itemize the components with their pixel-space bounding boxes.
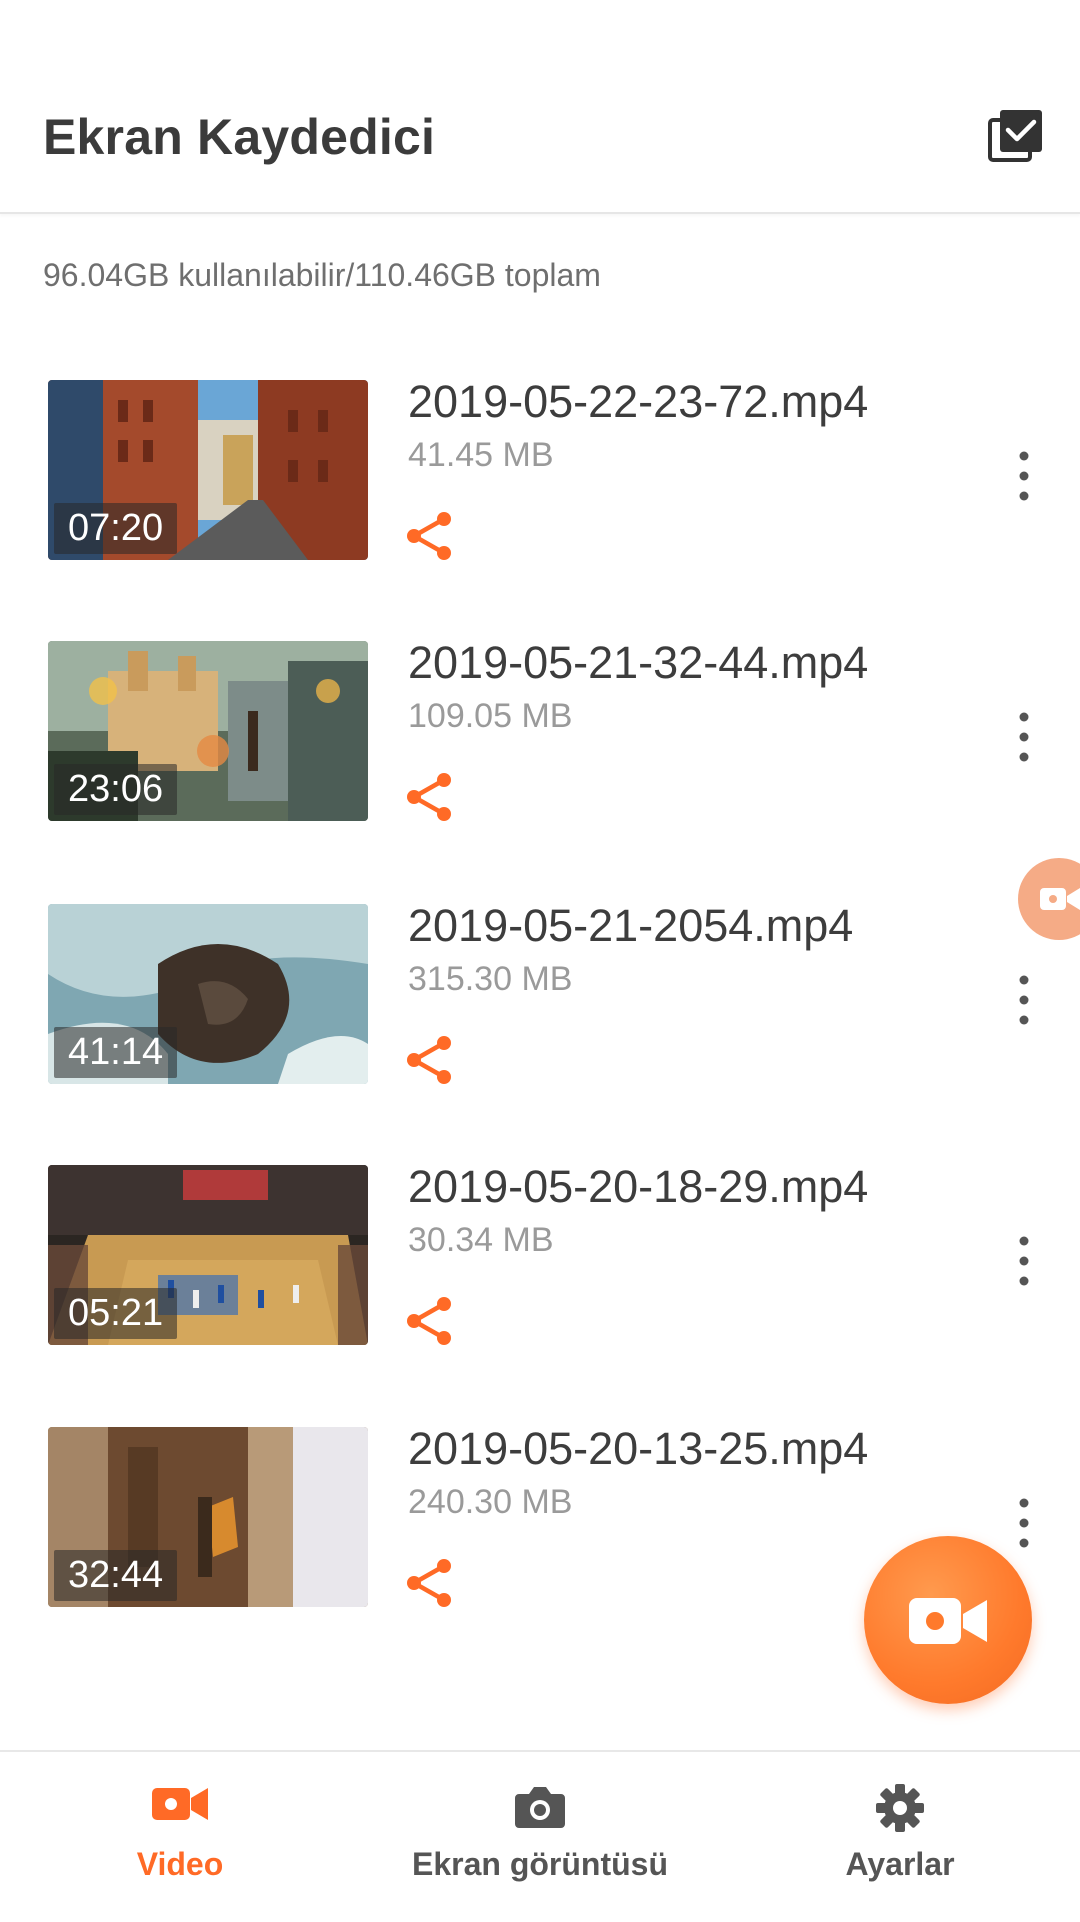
- video-duration: 07:20: [54, 503, 178, 554]
- share-icon[interactable]: [404, 1034, 456, 1086]
- share-icon[interactable]: [404, 1295, 456, 1347]
- video-row[interactable]: 41:14 2019-05-21-2054.mp4 315.30 MB: [0, 900, 1080, 1094]
- video-thumbnail[interactable]: 23:06: [48, 641, 368, 821]
- nav-label: Video: [136, 1846, 224, 1882]
- video-duration: 05:21: [54, 1288, 178, 1339]
- video-row[interactable]: 07:20 2019-05-22-23-72.mp4 41.45 MB: [0, 376, 1080, 570]
- more-options-icon[interactable]: [1000, 972, 1048, 1028]
- more-options-icon[interactable]: [1000, 1495, 1048, 1551]
- camera-icon: [515, 1787, 565, 1828]
- video-camera-icon: [1040, 888, 1080, 910]
- video-filename[interactable]: 2019-05-21-2054.mp4: [408, 900, 853, 952]
- video-duration: 32:44: [54, 1550, 178, 1601]
- nav-label: Ekran görüntüsü: [411, 1846, 668, 1882]
- video-filename[interactable]: 2019-05-20-13-25.mp4: [408, 1423, 868, 1475]
- record-button[interactable]: [864, 1536, 1032, 1704]
- nav-label: Ayarlar: [845, 1846, 955, 1882]
- video-thumbnail[interactable]: 32:44: [48, 1427, 368, 1607]
- video-thumbnail[interactable]: 41:14: [48, 904, 368, 1084]
- nav-tab-screenshot[interactable]: Ekran görüntüsü: [360, 1752, 720, 1922]
- video-filename[interactable]: 2019-05-21-32-44.mp4: [408, 637, 868, 689]
- more-options-icon[interactable]: [1000, 1233, 1048, 1289]
- app-title: Ekran Kaydedici: [43, 109, 436, 165]
- app-bar: Ekran Kaydedici: [0, 0, 1080, 214]
- video-filesize: 240.30 MB: [408, 1483, 573, 1521]
- nav-tab-video[interactable]: Video: [0, 1752, 360, 1922]
- share-icon[interactable]: [404, 771, 456, 823]
- gear-icon: [876, 1784, 924, 1832]
- more-options-icon[interactable]: [1000, 448, 1048, 504]
- video-filename[interactable]: 2019-05-20-18-29.mp4: [408, 1161, 868, 1213]
- bottom-navigation: Video Ekran görüntüsü Ayarlar: [0, 1750, 1080, 1922]
- video-duration: 41:14: [54, 1027, 178, 1078]
- video-filesize: 109.05 MB: [408, 697, 573, 735]
- video-thumbnail[interactable]: 07:20: [48, 380, 368, 560]
- share-icon[interactable]: [404, 1557, 456, 1609]
- video-filesize: 315.30 MB: [408, 960, 573, 998]
- select-all-icon[interactable]: [988, 108, 1044, 164]
- video-filename[interactable]: 2019-05-22-23-72.mp4: [408, 376, 868, 428]
- nav-tab-settings[interactable]: Ayarlar: [720, 1752, 1080, 1922]
- video-camera-icon: [152, 1788, 208, 1820]
- video-camera-icon: [909, 1598, 987, 1644]
- storage-info: 96.04GB kullanılabilir/110.46GB toplam: [43, 257, 601, 293]
- share-icon[interactable]: [404, 510, 456, 562]
- more-options-icon[interactable]: [1000, 709, 1048, 765]
- video-filesize: 30.34 MB: [408, 1221, 554, 1259]
- video-duration: 23:06: [54, 764, 178, 815]
- video-row[interactable]: 23:06 2019-05-21-32-44.mp4 109.05 MB: [0, 637, 1080, 831]
- video-filesize: 41.45 MB: [408, 436, 554, 474]
- video-row[interactable]: 05:21 2019-05-20-18-29.mp4 30.34 MB: [0, 1161, 1080, 1355]
- video-thumbnail[interactable]: 05:21: [48, 1165, 368, 1345]
